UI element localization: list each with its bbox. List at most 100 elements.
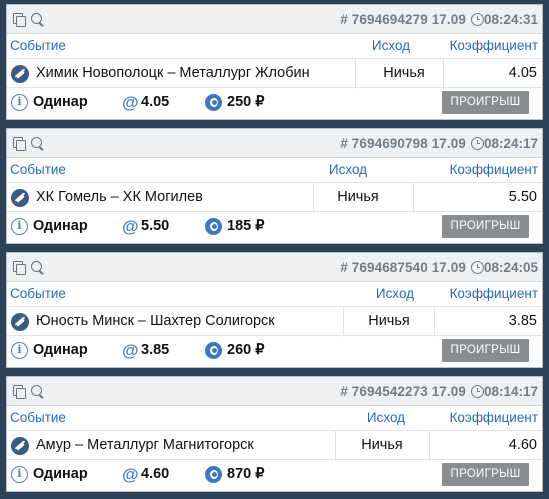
column-headers: Событие Исход Коэффициент <box>7 158 542 182</box>
column-divider <box>355 59 356 89</box>
at-icon: @ <box>122 217 139 236</box>
outcome-column-header: Исход <box>366 410 406 425</box>
bet-time: 08:24:17 <box>483 136 538 151</box>
outcome-column-header: Исход <box>328 162 368 177</box>
event-row: Юность Минск – Шахтер Солигорск Ничья 3.… <box>7 306 542 337</box>
event-name[interactable]: Химик Новополоцк – Металлург Жлобин <box>36 65 310 81</box>
info-icon[interactable]: i <box>11 94 28 111</box>
clock-icon <box>471 261 484 274</box>
search-icon[interactable] <box>31 384 44 398</box>
coefficient-value: 5.50 <box>508 189 537 205</box>
stake-amount: 250 ₽ <box>227 94 265 110</box>
event-name[interactable]: Юность Минск – Шахтер Солигорск <box>36 313 275 329</box>
column-divider <box>413 183 414 213</box>
bet-card: # 7694690798 17.09 08:24:17 Событие Исхо… <box>6 128 543 244</box>
bet-time: 08:24:05 <box>483 260 538 275</box>
bet-footer: i Одинар @ 5.50 185 ₽ ПРОИГРЫШ <box>7 212 542 243</box>
copy-icon[interactable] <box>13 385 26 399</box>
event-column-header: Событие <box>10 286 66 301</box>
status-button[interactable]: ПРОИГРЫШ <box>442 339 529 362</box>
hockey-icon <box>11 313 29 331</box>
total-coefficient: 4.60 <box>141 466 170 482</box>
info-icon[interactable]: i <box>11 218 28 235</box>
clock-icon <box>471 137 484 150</box>
search-icon[interactable] <box>31 136 44 150</box>
bet-footer: i Одинар @ 4.05 250 ₽ ПРОИГРЫШ <box>7 88 542 119</box>
clock-icon <box>471 13 484 26</box>
copy-icon[interactable] <box>13 261 26 275</box>
bet-card-header: # 7694542273 17.09 08:14:17 <box>7 377 542 406</box>
bet-card: # 7694694279 17.09 08:24:31 Событие Исхо… <box>6 4 543 120</box>
coin-icon <box>205 342 222 359</box>
coin-icon <box>205 94 222 111</box>
coefficient-value: 4.05 <box>508 65 537 81</box>
bet-footer: i Одинар @ 4.60 870 ₽ ПРОИГРЫШ <box>7 460 542 491</box>
coin-icon <box>205 218 222 235</box>
status-button[interactable]: ПРОИГРЫШ <box>442 463 529 486</box>
column-divider <box>443 59 444 89</box>
bet-footer: i Одинар @ 3.85 260 ₽ ПРОИГРЫШ <box>7 336 542 367</box>
status-button[interactable]: ПРОИГРЫШ <box>442 215 529 238</box>
column-divider <box>434 307 435 337</box>
bet-type: Одинар <box>33 218 88 234</box>
bet-card-header: # 7694687540 17.09 08:24:05 <box>7 253 542 282</box>
coefficient-column-header: Коэффициент <box>449 38 538 53</box>
event-column-header: Событие <box>10 162 66 177</box>
column-headers: Событие Исход Коэффициент <box>7 34 542 58</box>
outcome-value: Ничья <box>337 189 379 205</box>
hockey-icon <box>11 189 29 207</box>
coefficient-value: 4.60 <box>508 437 537 453</box>
bet-type: Одинар <box>33 342 88 358</box>
event-row: Химик Новополоцк – Металлург Жлобин Ничь… <box>7 58 542 89</box>
coefficient-column-header: Коэффициент <box>449 410 538 425</box>
copy-icon[interactable] <box>13 137 26 151</box>
total-coefficient: 5.50 <box>141 218 170 234</box>
clock-icon <box>471 385 484 398</box>
column-divider <box>429 431 430 461</box>
outcome-value: Ничья <box>368 313 410 329</box>
event-name[interactable]: Амур – Металлург Магнитогорск <box>36 437 254 453</box>
copy-icon[interactable] <box>13 13 26 27</box>
bet-time: 08:14:17 <box>483 384 538 399</box>
bet-card: # 7694542273 17.09 08:14:17 Событие Исхо… <box>6 376 543 492</box>
bet-card-header: # 7694694279 17.09 08:24:31 <box>7 5 542 34</box>
event-name[interactable]: ХК Гомель – ХК Могилев <box>36 189 203 205</box>
bet-type: Одинар <box>33 94 88 110</box>
bet-type: Одинар <box>33 466 88 482</box>
event-column-header: Событие <box>10 38 66 53</box>
column-divider <box>335 431 336 461</box>
stake-amount: 260 ₽ <box>227 342 265 358</box>
at-icon: @ <box>122 341 139 360</box>
info-icon[interactable]: i <box>11 466 28 483</box>
at-icon: @ <box>122 93 139 112</box>
coin-icon <box>205 466 222 483</box>
coefficient-column-header: Коэффициент <box>449 286 538 301</box>
bet-card-header: # 7694690798 17.09 08:24:17 <box>7 129 542 158</box>
coefficient-value: 3.85 <box>508 313 537 329</box>
search-icon[interactable] <box>31 260 44 274</box>
outcome-value: Ничья <box>383 65 425 81</box>
column-headers: Событие Исход Коэффициент <box>7 406 542 430</box>
hockey-icon <box>11 437 29 455</box>
search-icon[interactable] <box>31 12 44 26</box>
total-coefficient: 4.05 <box>141 94 170 110</box>
info-icon[interactable]: i <box>11 342 28 359</box>
bet-id: # 7694542273 17.09 <box>340 384 466 399</box>
event-row: ХК Гомель – ХК Могилев Ничья 5.50 <box>7 182 542 213</box>
status-button[interactable]: ПРОИГРЫШ <box>442 91 529 114</box>
outcome-column-header: Исход <box>375 286 415 301</box>
bet-card: # 7694687540 17.09 08:24:05 Событие Исхо… <box>6 252 543 368</box>
event-column-header: Событие <box>10 410 66 425</box>
stake-amount: 870 ₽ <box>227 466 265 482</box>
bet-time: 08:24:31 <box>483 12 538 27</box>
column-headers: Событие Исход Коэффициент <box>7 282 542 306</box>
at-icon: @ <box>122 465 139 484</box>
bet-id: # 7694694279 17.09 <box>340 12 466 27</box>
coefficient-column-header: Коэффициент <box>449 162 538 177</box>
outcome-column-header: Исход <box>371 38 411 53</box>
hockey-icon <box>11 65 29 83</box>
bet-id: # 7694687540 17.09 <box>340 260 466 275</box>
bet-id: # 7694690798 17.09 <box>340 136 466 151</box>
event-row: Амур – Металлург Магнитогорск Ничья 4.60 <box>7 430 542 461</box>
stake-amount: 185 ₽ <box>227 218 265 234</box>
